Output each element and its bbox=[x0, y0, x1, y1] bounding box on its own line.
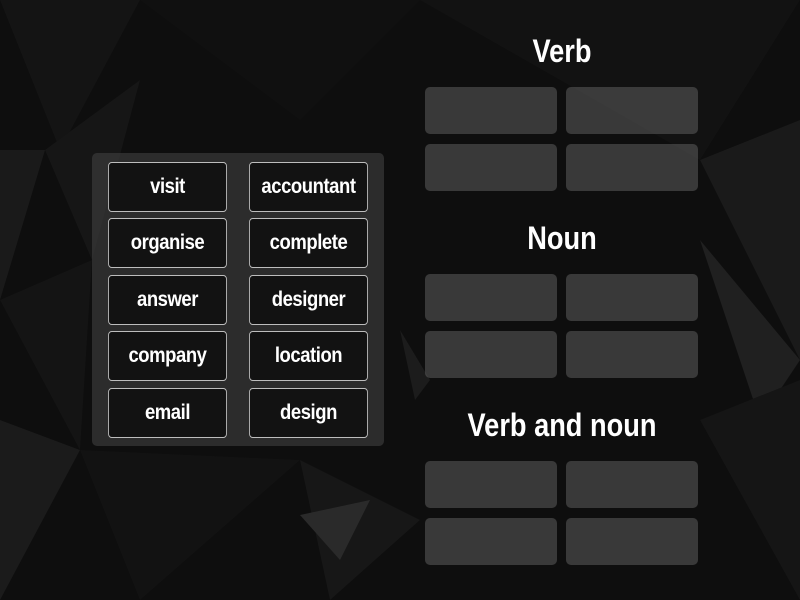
group-heading-verb: Verb bbox=[532, 33, 592, 69]
drop-slot-verb-and-noun[interactable] bbox=[425, 518, 557, 565]
word-tile-label: visit bbox=[150, 175, 185, 198]
word-tile-label: complete bbox=[269, 231, 348, 254]
drop-slot-noun[interactable] bbox=[425, 274, 557, 321]
word-tile[interactable]: answer bbox=[108, 275, 227, 325]
drop-slot-noun[interactable] bbox=[566, 331, 698, 378]
word-tile-label: email bbox=[144, 401, 191, 424]
drop-slot-verb[interactable] bbox=[566, 87, 698, 134]
word-tile[interactable]: location bbox=[249, 331, 368, 381]
word-tile[interactable]: email bbox=[108, 388, 227, 438]
word-tile[interactable]: visit bbox=[108, 162, 227, 212]
word-tile-label: design bbox=[280, 401, 337, 424]
word-tile-label: answer bbox=[136, 288, 199, 311]
word-tile-label: organise bbox=[130, 231, 205, 254]
word-tile[interactable]: accountant bbox=[249, 162, 368, 212]
drop-slot-verb[interactable] bbox=[425, 87, 557, 134]
drop-slot-noun[interactable] bbox=[425, 331, 557, 378]
drop-slot-verb[interactable] bbox=[566, 144, 698, 191]
drop-slot-verb-and-noun[interactable] bbox=[566, 461, 698, 508]
word-tile-label: location bbox=[274, 344, 343, 367]
group-heading-verb-and-noun: Verb and noun bbox=[467, 407, 657, 443]
word-tile[interactable]: organise bbox=[108, 218, 227, 268]
drop-slot-noun[interactable] bbox=[566, 274, 698, 321]
drop-slot-verb-and-noun[interactable] bbox=[566, 518, 698, 565]
word-tile[interactable]: complete bbox=[249, 218, 368, 268]
word-tile-label: company bbox=[128, 344, 207, 367]
drop-slot-verb[interactable] bbox=[425, 144, 557, 191]
word-tile[interactable]: designer bbox=[249, 275, 368, 325]
group-heading-noun: Noun bbox=[527, 220, 597, 256]
word-tile[interactable]: company bbox=[108, 331, 227, 381]
drop-slot-verb-and-noun[interactable] bbox=[425, 461, 557, 508]
word-tile-label: designer bbox=[271, 288, 346, 311]
word-tile-label: accountant bbox=[261, 175, 356, 198]
word-tile[interactable]: design bbox=[249, 388, 368, 438]
